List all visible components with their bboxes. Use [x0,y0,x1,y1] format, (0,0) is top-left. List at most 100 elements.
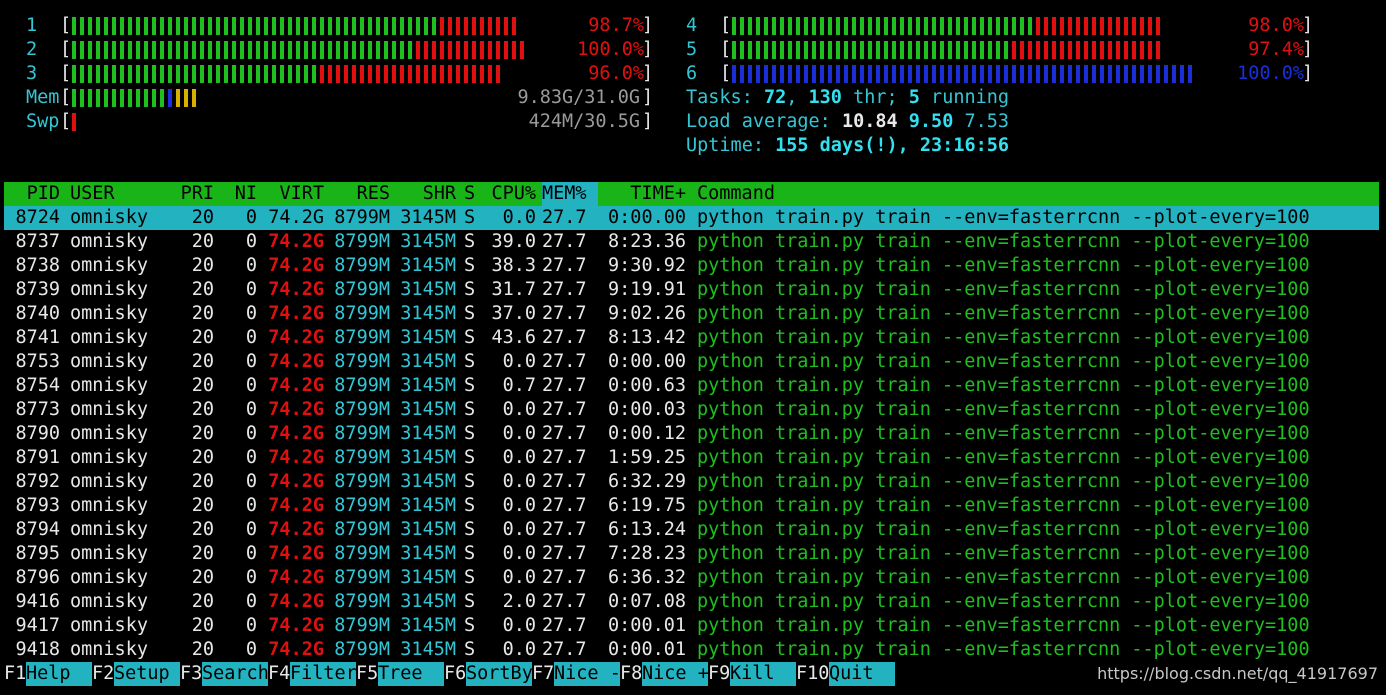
meter-tick [408,41,412,59]
column-header-pri[interactable]: PRI [164,182,214,206]
column-header-s[interactable]: S [464,182,478,206]
meter-tick [248,17,252,35]
process-row[interactable]: 8741 omnisky 20 0 74.2G 8799M 3145M S 43.6 27.7 8:… [4,326,1379,350]
meter-tick [440,17,444,35]
meter-tick [192,89,196,107]
process-row[interactable]: 8740 omnisky 20 0 74.2G 8799M 3145M S 37.0 27.7 9:… [4,302,1379,326]
cell-cpu: 0.0 [502,543,536,564]
function-key-label-f6[interactable]: SortBy [466,662,533,686]
meter-tick [248,65,252,83]
column-header-virt[interactable]: VIRT [264,182,324,206]
process-row[interactable]: 8754 omnisky 20 0 74.2G 8799M 3145M S 0.7 27.7 0:0… [4,374,1379,398]
cell-cpu: 0.0 [502,351,536,372]
function-key-label-f10[interactable]: Quit [829,662,895,686]
cell-user: omnisky [70,615,148,636]
meter-tick [304,41,308,59]
cell-cmd: python train.py train --env=fasterrcnn -… [697,567,1310,588]
meter-tick [924,65,928,83]
function-key-label-f4[interactable]: Filter [290,662,357,686]
process-row[interactable]: 9416 omnisky 20 0 74.2G 8799M 3145M S 2.0 27.7 0:0… [4,590,1379,614]
function-key-f2[interactable]: F2 [92,662,114,686]
process-row[interactable]: 8795 omnisky 20 0 74.2G 8799M 3145M S 0.0 27.7 7:2… [4,542,1379,566]
cell-pid: 8773 [15,399,60,420]
meter-tick [96,41,100,59]
column-header-mem[interactable]: MEM% [542,182,598,206]
process-row[interactable]: 8792 omnisky 20 0 74.2G 8799M 3145M S 0.0 27.7 6:3… [4,470,1379,494]
function-key-label-f5[interactable]: Tree [378,662,444,686]
process-row[interactable]: 8739 omnisky 20 0 74.2G 8799M 3145M S 31.7 27.7 9:… [4,278,1379,302]
meter-tick [168,65,172,83]
function-key-f1[interactable]: F1 [4,662,26,686]
meter-tick [996,41,1000,59]
process-row[interactable]: 8753 omnisky 20 0 74.2G 8799M 3145M S 0.0 27.7 0:0… [4,350,1379,374]
meter-tick [344,17,348,35]
load-1min: 10.84 [841,111,898,132]
meter-tick [264,17,268,35]
column-header-time[interactable]: TIME+ [604,182,686,206]
process-row[interactable]: 8738 omnisky 20 0 74.2G 8799M 3145M S 38.3 27.7 9:… [4,254,1379,278]
cell-cpu: 0.0 [502,615,536,636]
process-row[interactable]: 8790 omnisky 20 0 74.2G 8799M 3145M S 0.0 27.7 0:0… [4,422,1379,446]
process-row[interactable]: 8793 omnisky 20 0 74.2G 8799M 3145M S 0.0 27.7 6:1… [4,494,1379,518]
function-key-label-f1[interactable]: Help [26,662,92,686]
meter-tick [448,65,452,83]
meter-tick [88,17,92,35]
process-row[interactable]: 9418 omnisky 20 0 74.2G 8799M 3145M S 0.0 27.7 0:0… [4,638,1379,662]
function-key-f5[interactable]: F5 [356,662,378,686]
meter-tick [980,41,984,59]
uptime-label: Uptime: [686,135,776,156]
cell-ni: 0 [245,447,257,468]
cell-cmd: python train.py train --env=fasterrcnn -… [697,471,1310,492]
meter-tick [900,41,904,59]
cell-pri: 20 [191,447,214,468]
column-header-shr[interactable]: SHR [396,182,456,206]
meter-tick [384,17,388,35]
meter-tick [88,65,92,83]
function-key-f7[interactable]: F7 [532,662,554,686]
column-header-cpu[interactable]: CPU% [482,182,536,206]
process-row[interactable]: 8791 omnisky 20 0 74.2G 8799M 3145M S 0.0 27.7 1:5… [4,446,1379,470]
meter-tick [1052,41,1056,59]
process-row[interactable]: 8794 omnisky 20 0 74.2G 8799M 3145M S 0.0 27.7 6:1… [4,518,1379,542]
cell-pri: 20 [191,207,214,228]
function-key-f4[interactable]: F4 [268,662,290,686]
column-header-command[interactable]: Command [697,182,1377,206]
cell-virt: 74.2G [268,375,324,396]
function-key-label-f8[interactable]: Nice + [642,662,709,686]
column-header-pid[interactable]: PID [4,182,60,206]
cell-pri: 20 [191,327,214,348]
process-row[interactable]: 8724 omnisky 20 0 74.2G 8799M 3145M S 0.0 27.7 0:0… [4,206,1379,230]
column-header-user[interactable]: USER [70,182,160,206]
process-row[interactable]: 9417 omnisky 20 0 74.2G 8799M 3145M S 0.0 27.7 0:0… [4,614,1379,638]
function-key-f6[interactable]: F6 [444,662,466,686]
function-key-f3[interactable]: F3 [180,662,202,686]
meter-tick [788,17,792,35]
column-header-res[interactable]: RES [330,182,390,206]
function-key-label-f2[interactable]: Setup [114,662,180,686]
column-header-ni[interactable]: NI [222,182,257,206]
cell-pri: 20 [191,255,214,276]
cpu-meter-bar [72,15,602,37]
meter-tick [1004,17,1008,35]
cell-virt: 74.2G [268,615,324,636]
meter-tick [80,17,84,35]
cell-user: omnisky [70,231,148,252]
meter-tick [892,65,896,83]
process-row[interactable]: 8773 omnisky 20 0 74.2G 8799M 3145M S 0.0 27.7 0:0… [4,398,1379,422]
process-row[interactable]: 8796 omnisky 20 0 74.2G 8799M 3145M S 0.0 27.7 6:3… [4,566,1379,590]
cell-mem: 27.7 [542,567,587,588]
meter-tick [80,65,84,83]
meter-tick [288,17,292,35]
function-key-f10[interactable]: F10 [796,662,829,686]
function-key-f9[interactable]: F9 [708,662,730,686]
function-key-f8[interactable]: F8 [620,662,642,686]
meter-tick [488,41,492,59]
meter-tick [844,41,848,59]
meter-tick [900,17,904,35]
cell-s: S [464,615,476,636]
function-key-label-f7[interactable]: Nice - [554,662,621,686]
cell-res: 8799M [334,615,390,636]
function-key-label-f3[interactable]: Search [202,662,269,686]
function-key-label-f9[interactable]: Kill [730,662,796,686]
process-row[interactable]: 8737 omnisky 20 0 74.2G 8799M 3145M S 39.0 27.7 8:… [4,230,1379,254]
